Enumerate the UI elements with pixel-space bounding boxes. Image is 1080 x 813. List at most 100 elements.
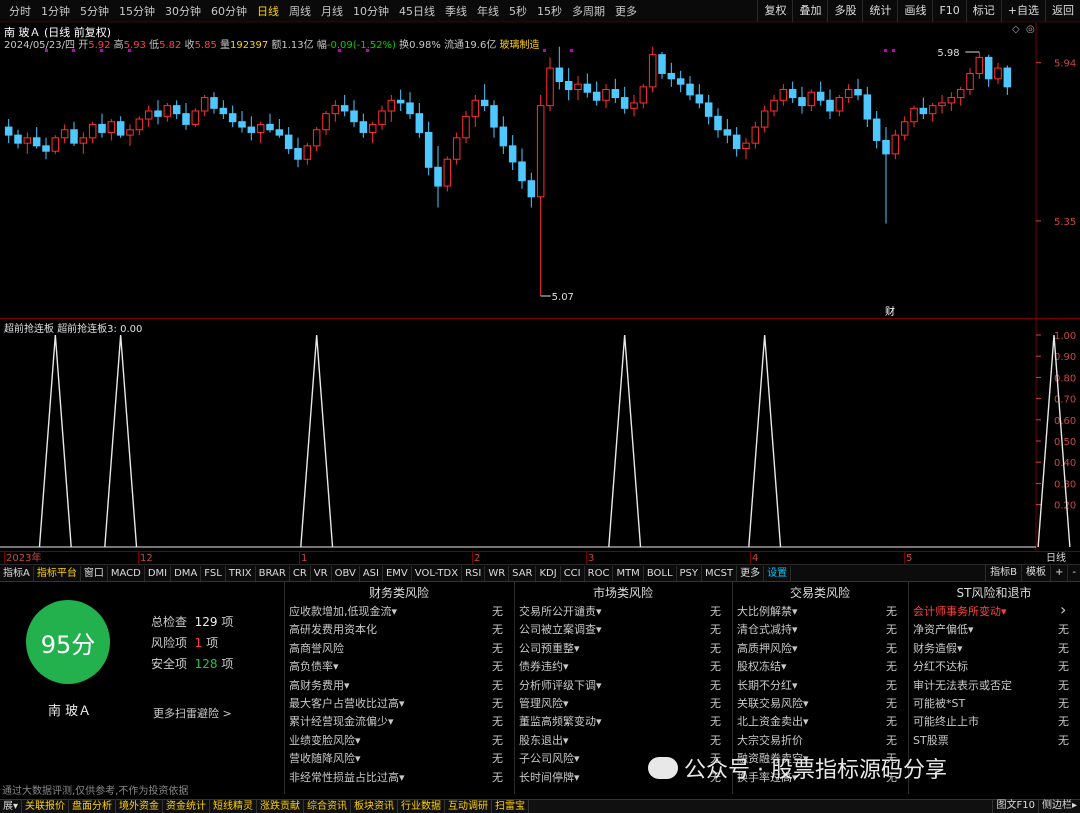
indicator-name[interactable]: 超前抢连板 xyxy=(4,324,54,335)
period-13[interactable]: 5秒 xyxy=(504,3,532,19)
indicator-tab-1[interactable]: 指标平台 xyxy=(34,565,81,581)
indicator-tab-14[interactable]: VOL-TDX xyxy=(412,565,463,581)
period-8[interactable]: 月线 xyxy=(316,3,348,19)
period-3[interactable]: 15分钟 xyxy=(114,3,160,19)
bottom-tab-1[interactable]: 关联报价 xyxy=(22,800,70,813)
bottom-tab-6[interactable]: 涨跌贡献 xyxy=(257,800,305,813)
period-0[interactable]: 分时 xyxy=(4,3,36,19)
bottom-right-tab-0[interactable]: 图文F10 xyxy=(992,799,1037,813)
bottom-tab-11[interactable]: 扫雷宝 xyxy=(492,800,530,813)
risk-item[interactable]: 清仓式减持▾ xyxy=(737,621,798,637)
risk-item[interactable]: 非经常性损益占比过高▾ xyxy=(289,769,405,785)
risk-item[interactable]: 交易所公开谴责▾ xyxy=(519,603,602,619)
risk-item[interactable]: 股东退出▾ xyxy=(519,732,569,748)
risk-item[interactable]: 高研发费用资本化 xyxy=(289,621,377,637)
risk-item[interactable]: 大宗交易折价 xyxy=(737,732,803,748)
bottom-right-tab-1[interactable]: 侧边栏▸ xyxy=(1037,799,1080,813)
risk-item[interactable]: 北上资金卖出▾ xyxy=(737,713,809,729)
risk-item[interactable]: 会计师事务所变动▾ xyxy=(913,603,1007,619)
indicator-tab-11[interactable]: OBV xyxy=(332,565,360,581)
bottom-tab-5[interactable]: 短线精灵 xyxy=(210,800,258,813)
indicator-tab-right-1[interactable]: 模板 xyxy=(1021,564,1050,581)
candlestick-pane[interactable]: 5.94 5.35 5.07 5.98 财 ◇ ◎ xyxy=(0,21,1080,318)
indicator-chart[interactable]: 1.000.900.800.700.600.500.400.300.20 xyxy=(0,319,1080,551)
toolbar-tool-4[interactable]: 画线 xyxy=(897,0,932,22)
indicator-tab-2[interactable]: 窗口 xyxy=(81,565,108,581)
period-4[interactable]: 30分钟 xyxy=(160,3,206,19)
risk-item[interactable]: ST股票 xyxy=(913,732,949,748)
indicator-tab-22[interactable]: BOLL xyxy=(644,565,677,581)
indicator-tab-4[interactable]: DMI xyxy=(145,565,172,581)
indicator-tab-right-0[interactable]: 指标B xyxy=(985,564,1021,581)
indicator-tab-9[interactable]: CR xyxy=(290,565,311,581)
risk-item[interactable]: 高财务费用▾ xyxy=(289,677,350,693)
indicator-tab-24[interactable]: MCST xyxy=(702,565,738,581)
bottom-tab-3[interactable]: 境外资金 xyxy=(116,800,164,813)
indicator-tab-17[interactable]: SAR xyxy=(509,565,537,581)
risk-item[interactable]: 可能被*ST xyxy=(913,695,965,711)
risk-item[interactable]: 长期不分红▾ xyxy=(737,677,798,693)
indicator-tab-21[interactable]: MTM xyxy=(613,565,644,581)
period-9[interactable]: 10分钟 xyxy=(348,3,394,19)
period-6[interactable]: 日线 xyxy=(252,3,284,19)
risk-item[interactable]: 高商誉风险 xyxy=(289,640,344,656)
indicator-tab-23[interactable]: PSY xyxy=(677,565,703,581)
risk-item[interactable]: 董监高频繁变动▾ xyxy=(519,713,602,729)
bottom-tab-0[interactable]: 展▾ xyxy=(0,800,23,813)
toolbar-tool-3[interactable]: 统计 xyxy=(862,0,897,22)
period-10[interactable]: 45日线 xyxy=(394,3,440,19)
risk-item[interactable]: 高负债率▾ xyxy=(289,658,339,674)
bottom-tab-4[interactable]: 资金统计 xyxy=(163,800,211,813)
risk-item[interactable]: 财务造假▾ xyxy=(913,640,963,656)
bottom-tab-9[interactable]: 行业数据 xyxy=(398,800,446,813)
indicator-pane[interactable]: 1.00 0.90 0.80 0.70 0.60 0.50 0.40 0.30 0.20 xyxy=(0,319,1080,551)
indicator-tab-right-2[interactable]: + xyxy=(1050,564,1067,581)
indicator-tab-0[interactable]: 指标A xyxy=(0,565,34,581)
indicator-tab-8[interactable]: BRAR xyxy=(256,565,290,581)
risk-item[interactable]: 审计无法表示或否定 xyxy=(913,677,1012,693)
indicator-tab-3[interactable]: MACD xyxy=(108,565,145,581)
risk-item[interactable]: 债券违约▾ xyxy=(519,658,569,674)
risk-item[interactable]: 公司被立案调查▾ xyxy=(519,621,602,637)
period-7[interactable]: 周线 xyxy=(284,3,316,19)
indicator-tab-16[interactable]: WR xyxy=(485,565,510,581)
indicator-tab-right-3[interactable]: - xyxy=(1067,564,1080,581)
toolbar-tool-5[interactable]: F10 xyxy=(932,0,965,22)
indicator-tab-5[interactable]: DMA xyxy=(171,565,202,581)
risk-item[interactable]: 股权冻结▾ xyxy=(737,658,787,674)
indicator-tab-19[interactable]: CCI xyxy=(561,565,585,581)
quote-sector[interactable]: 玻璃制造 xyxy=(500,40,540,51)
indicator-tab-20[interactable]: ROC xyxy=(585,565,614,581)
bottom-tab-2[interactable]: 盘面分析 xyxy=(69,800,117,813)
risk-item[interactable]: 累计经营现金流偏少▾ xyxy=(289,713,394,729)
period-12[interactable]: 年线 xyxy=(472,3,504,19)
chevron-right-icon[interactable]: › xyxy=(1060,600,1066,619)
risk-item[interactable]: 公司预重整▾ xyxy=(519,640,580,656)
period-2[interactable]: 5分钟 xyxy=(75,3,114,19)
bottom-tab-10[interactable]: 互动调研 xyxy=(445,800,493,813)
bottom-tab-7[interactable]: 综合资讯 xyxy=(304,800,352,813)
bottom-tab-8[interactable]: 板块资讯 xyxy=(351,800,399,813)
indicator-tab-26[interactable]: 设置 xyxy=(764,565,792,581)
risk-item[interactable]: 可能终止上市 xyxy=(913,713,979,729)
risk-item[interactable]: 最大客户占营收比过高▾ xyxy=(289,695,405,711)
toolbar-tool-1[interactable]: 叠加 xyxy=(792,0,827,22)
toolbar-tool-6[interactable]: 标记 xyxy=(965,0,1001,22)
indicator-tab-13[interactable]: EMV xyxy=(383,565,412,581)
risk-item[interactable]: 子公司风险▾ xyxy=(519,750,580,766)
risk-item[interactable]: 高质押风险▾ xyxy=(737,640,798,656)
risk-item[interactable]: 关联交易风险▾ xyxy=(737,695,809,711)
period-14[interactable]: 15秒 xyxy=(532,3,567,19)
toolbar-tool-8[interactable]: 返回 xyxy=(1045,0,1080,22)
more-risk-link[interactable]: 更多扫雷避险 > xyxy=(153,705,232,721)
toolbar-tool-0[interactable]: 复权 xyxy=(757,0,792,22)
risk-item[interactable]: 分析师评级下调▾ xyxy=(519,677,602,693)
risk-item[interactable]: 分红不达标 xyxy=(913,658,968,674)
indicator-tab-10[interactable]: VR xyxy=(311,565,332,581)
candlestick-chart[interactable]: 5.94 5.35 5.07 5.98 财 ◇ ◎ xyxy=(0,21,1080,318)
period-11[interactable]: 季线 xyxy=(440,3,472,19)
risk-item[interactable]: 管理风险▾ xyxy=(519,695,569,711)
period-1[interactable]: 1分钟 xyxy=(36,3,75,19)
risk-item[interactable]: 大比例解禁▾ xyxy=(737,603,798,619)
indicator-tab-12[interactable]: ASI xyxy=(360,565,383,581)
